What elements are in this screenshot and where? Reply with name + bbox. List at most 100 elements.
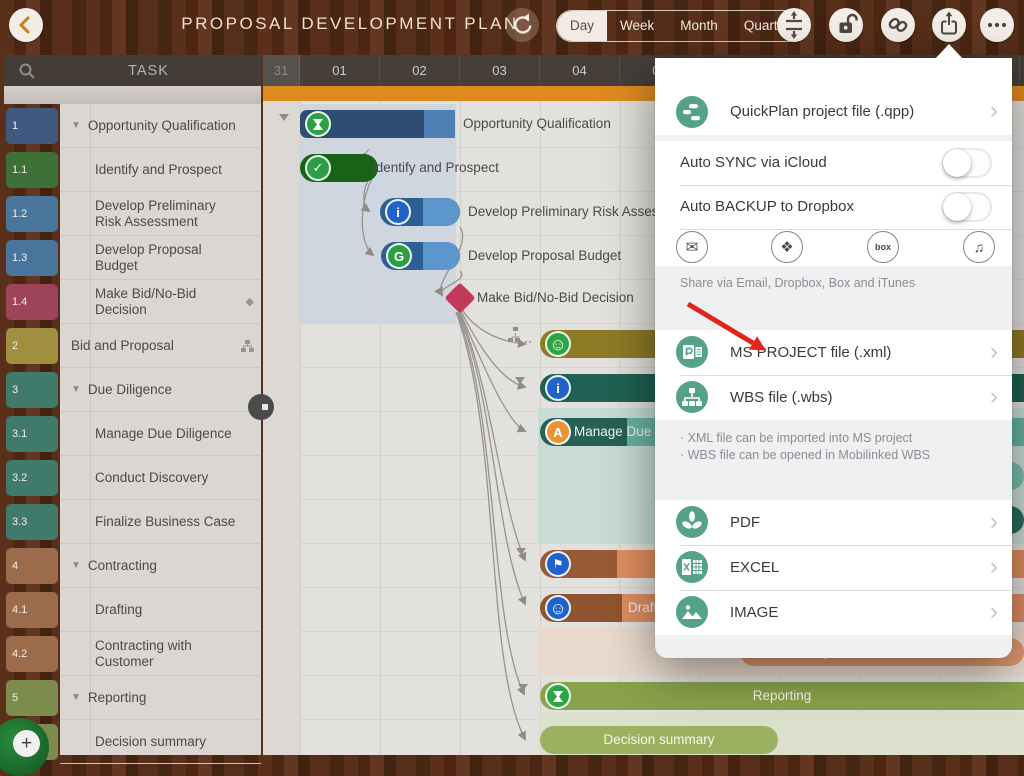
task-id-chip[interactable]: 4.1 bbox=[6, 592, 58, 628]
task-row-3[interactable]: ▼ Due Diligence bbox=[60, 368, 261, 412]
task-id-chip[interactable]: 3.1 bbox=[6, 416, 58, 452]
task-row-3.3[interactable]: Finalize Business Case bbox=[60, 500, 261, 544]
task-id-chip[interactable]: 5 bbox=[6, 680, 58, 716]
task-id-chip[interactable]: 1 bbox=[6, 108, 58, 144]
more-button[interactable] bbox=[980, 8, 1014, 42]
task-id-chip[interactable]: 3 bbox=[6, 372, 58, 408]
share-button[interactable] bbox=[932, 8, 966, 42]
task-id-chip[interactable]: 4.2 bbox=[6, 636, 58, 672]
smiley-marker-icon: ☺ bbox=[545, 595, 571, 621]
task-row-1.2[interactable]: Develop Preliminary Risk Assessment bbox=[60, 192, 261, 236]
auto-sync-toggle[interactable] bbox=[942, 148, 992, 178]
add-task-plus[interactable]: + bbox=[13, 730, 40, 757]
view-mode-segmented-control[interactable]: Day Week Month Quarter bbox=[556, 10, 804, 42]
link-button[interactable] bbox=[881, 8, 915, 42]
task-row-1.1[interactable]: Identify and Prospect bbox=[60, 148, 261, 192]
task-label: Decision summary bbox=[95, 733, 207, 749]
view-mode-month[interactable]: Month bbox=[667, 11, 731, 41]
task-id-chip[interactable]: 1.3 bbox=[6, 240, 58, 276]
share-icon bbox=[932, 8, 966, 42]
task-label: Make Bid/No-Bid Decision bbox=[95, 285, 197, 317]
gantt-bar-progress-segment bbox=[423, 198, 460, 226]
link-icon bbox=[881, 8, 915, 42]
task-label: Develop Preliminary Risk Assessment bbox=[95, 197, 216, 229]
wbs-label: WBS file (.wbs) bbox=[730, 389, 833, 406]
task-row-1.4[interactable]: Make Bid/No-Bid Decision ◆ bbox=[60, 280, 261, 324]
task-label: Conduct Discovery bbox=[95, 469, 209, 485]
auto-backup-toggle[interactable] bbox=[942, 192, 992, 222]
collapse-triangle-icon[interactable]: ▼ bbox=[71, 558, 81, 574]
task-column-header: TASK bbox=[128, 62, 169, 79]
collapse-triangle-icon[interactable]: ▼ bbox=[71, 690, 81, 706]
task-row-5.1[interactable]: Decision summary bbox=[60, 720, 261, 764]
fit-rows-button[interactable] bbox=[777, 8, 811, 42]
gantt-bar[interactable]: i bbox=[380, 198, 460, 226]
task-id-chip[interactable]: 1.4 bbox=[6, 284, 58, 320]
export-pdf-row[interactable]: PDF › bbox=[655, 500, 1012, 545]
task-row-1.3[interactable]: Develop Proposal Budget bbox=[60, 236, 261, 280]
gantt-bar-label: Develop Preliminary Risk Assessment bbox=[468, 204, 655, 219]
task-row-4.1[interactable]: Drafting bbox=[60, 588, 261, 632]
image-label: IMAGE bbox=[730, 604, 779, 621]
email-icon[interactable]: ✉ bbox=[676, 231, 708, 263]
task-label: Develop Proposal Budget bbox=[95, 241, 202, 273]
auto-sync-row: Auto SYNC via iCloud bbox=[655, 141, 1012, 185]
task-label: Contracting with Customer bbox=[95, 637, 192, 669]
task-id-chip[interactable]: 1.2 bbox=[6, 196, 58, 232]
task-row-3.2[interactable]: Conduct Discovery bbox=[60, 456, 261, 500]
info-marker-icon: i bbox=[545, 375, 571, 401]
task-row-1[interactable]: ▼ Opportunity Qualification bbox=[60, 104, 261, 148]
chevron-right-icon: › bbox=[990, 338, 998, 365]
task-id-chip[interactable]: 4 bbox=[6, 548, 58, 584]
collapse-triangle-icon[interactable]: ▼ bbox=[71, 118, 81, 134]
dropbox-icon[interactable]: ❖ bbox=[771, 231, 803, 263]
export-quickplan-row[interactable]: QuickPlan project file (.qpp) › bbox=[655, 89, 1012, 134]
date-cell: 01 bbox=[300, 55, 380, 86]
itunes-icon[interactable]: ♫ bbox=[963, 231, 995, 263]
search-icon[interactable] bbox=[18, 62, 36, 80]
popover-arrow bbox=[935, 44, 963, 59]
view-mode-day[interactable]: Day bbox=[557, 11, 608, 41]
back-button[interactable] bbox=[9, 8, 43, 42]
task-id-chip[interactable]: 2 bbox=[6, 328, 58, 364]
task-row-5[interactable]: ▼ Reporting bbox=[60, 676, 261, 720]
box-icon[interactable]: box bbox=[867, 231, 899, 263]
date-cell: 02 bbox=[380, 55, 460, 86]
gantt-bar[interactable]: G bbox=[381, 242, 460, 270]
chevron-right-icon: › bbox=[990, 553, 998, 580]
project-row-strip bbox=[4, 86, 261, 104]
share-caption: Share via Email, Dropbox, Box and iTunes bbox=[680, 276, 916, 290]
task-row-4[interactable]: ▼ Contracting bbox=[60, 544, 261, 588]
gantt-bar-progress-segment bbox=[424, 110, 455, 138]
export-image-row[interactable]: IMAGE › bbox=[655, 590, 1012, 635]
quickplan-icon bbox=[676, 96, 708, 128]
panel-splitter-handle[interactable] bbox=[248, 394, 274, 420]
task-row-2[interactable]: Bid and Proposal bbox=[60, 324, 261, 368]
undo-icon bbox=[505, 8, 539, 42]
export-msproject-row[interactable]: MS PROJECT file (.xml) › bbox=[655, 330, 1012, 375]
gantt-bar-label: Decision summary bbox=[603, 732, 715, 747]
msproject-label: MS PROJECT file (.xml) bbox=[730, 344, 892, 361]
gantt-bar[interactable]: ✓ bbox=[300, 154, 378, 182]
view-mode-week[interactable]: Week bbox=[607, 11, 667, 41]
task-label: Bid and Proposal bbox=[71, 337, 174, 353]
wbs-icon bbox=[676, 381, 708, 413]
task-row-4.2[interactable]: Contracting with Customer bbox=[60, 632, 261, 676]
export-excel-row[interactable]: EXCEL › bbox=[655, 545, 1012, 590]
A-marker-icon: A bbox=[545, 419, 571, 445]
collapse-triangle-icon[interactable]: ▼ bbox=[71, 382, 81, 398]
task-id-chip[interactable]: 1.1 bbox=[6, 152, 58, 188]
auto-backup-label: Auto BACKUP to Dropbox bbox=[680, 198, 854, 215]
hourglass-marker-icon bbox=[305, 111, 331, 137]
gantt-bar[interactable] bbox=[300, 110, 455, 138]
milestone-label: Make Bid/No-Bid Decision bbox=[477, 290, 634, 305]
task-row-3.1[interactable]: Manage Due Diligence bbox=[60, 412, 261, 456]
task-id-chip[interactable]: 3.3 bbox=[6, 504, 58, 540]
excel-icon bbox=[676, 551, 708, 583]
undo-button[interactable] bbox=[505, 8, 539, 42]
check-marker-icon: ✓ bbox=[305, 155, 331, 181]
date-cell: 03 bbox=[460, 55, 540, 86]
unlock-button[interactable] bbox=[829, 8, 863, 42]
task-id-chip[interactable]: 3.2 bbox=[6, 460, 58, 496]
export-wbs-row[interactable]: WBS file (.wbs) › bbox=[655, 375, 1012, 420]
